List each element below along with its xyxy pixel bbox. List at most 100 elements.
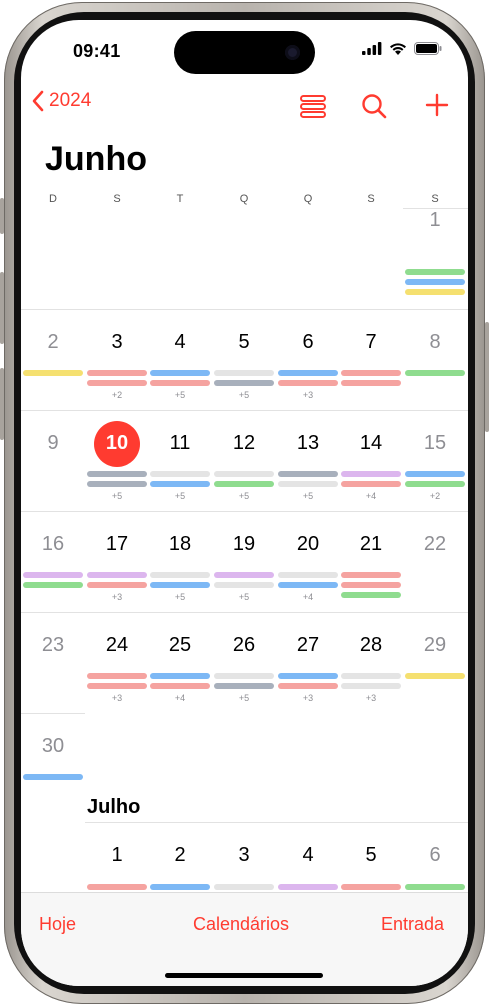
event-bar[interactable]	[150, 884, 210, 890]
event-bar[interactable]	[278, 683, 338, 689]
day-number[interactable]: 11	[148, 432, 212, 455]
event-bar[interactable]	[278, 370, 338, 376]
day-number[interactable]: 3	[212, 844, 276, 867]
day-number[interactable]: 2	[21, 331, 85, 354]
event-bar[interactable]	[214, 884, 274, 890]
event-bar[interactable]	[150, 582, 210, 588]
event-bar[interactable]	[341, 572, 401, 578]
event-bar[interactable]	[87, 683, 147, 689]
day-number[interactable]: 16	[21, 533, 85, 556]
more-events-count[interactable]: +5	[212, 693, 276, 703]
day-number[interactable]: 26	[212, 634, 276, 657]
event-bar[interactable]	[278, 380, 338, 386]
day-number[interactable]: 27	[276, 634, 340, 657]
more-events-count[interactable]: +5	[212, 592, 276, 602]
more-events-count[interactable]: +5	[148, 592, 212, 602]
day-number[interactable]: 8	[403, 331, 467, 354]
event-bar[interactable]	[214, 582, 274, 588]
more-events-count[interactable]: +3	[276, 693, 340, 703]
event-bar[interactable]	[341, 884, 401, 890]
event-bar[interactable]	[150, 572, 210, 578]
event-bar[interactable]	[214, 370, 274, 376]
more-events-count[interactable]: +3	[85, 693, 149, 703]
event-bar[interactable]	[87, 370, 147, 376]
event-bar[interactable]	[214, 572, 274, 578]
day-number[interactable]: 17	[85, 533, 149, 556]
event-bar[interactable]	[214, 471, 274, 477]
event-bar[interactable]	[341, 673, 401, 679]
more-events-count[interactable]: +3	[85, 592, 149, 602]
event-bar[interactable]	[87, 471, 147, 477]
event-bar[interactable]	[150, 683, 210, 689]
day-number[interactable]: 23	[21, 634, 85, 657]
event-bar[interactable]	[341, 582, 401, 588]
day-number[interactable]: 10	[85, 432, 149, 455]
day-number[interactable]: 13	[276, 432, 340, 455]
event-bar[interactable]	[87, 380, 147, 386]
event-bar[interactable]	[341, 592, 401, 598]
event-bar[interactable]	[341, 370, 401, 376]
event-bar[interactable]	[23, 582, 83, 588]
more-events-count[interactable]: +5	[212, 491, 276, 501]
event-bar[interactable]	[87, 673, 147, 679]
day-number[interactable]: 30	[21, 735, 85, 758]
event-bar[interactable]	[405, 370, 465, 376]
event-bar[interactable]	[214, 481, 274, 487]
day-number[interactable]: 22	[403, 533, 467, 556]
event-bar[interactable]	[23, 370, 83, 376]
event-bar[interactable]	[150, 673, 210, 679]
event-bar[interactable]	[405, 289, 465, 295]
event-bar[interactable]	[150, 370, 210, 376]
day-number[interactable]: 12	[212, 432, 276, 455]
event-bar[interactable]	[214, 673, 274, 679]
event-bar[interactable]	[214, 380, 274, 386]
event-bar[interactable]	[150, 380, 210, 386]
calendars-button[interactable]: Calendários	[193, 914, 289, 935]
more-events-count[interactable]: +3	[276, 390, 340, 400]
day-number[interactable]: 5	[339, 844, 403, 867]
event-bar[interactable]	[278, 572, 338, 578]
event-bar[interactable]	[278, 481, 338, 487]
day-number[interactable]: 14	[339, 432, 403, 455]
day-number[interactable]: 19	[212, 533, 276, 556]
event-bar[interactable]	[341, 380, 401, 386]
more-events-count[interactable]: +5	[148, 491, 212, 501]
day-number[interactable]: 24	[85, 634, 149, 657]
more-events-count[interactable]: +4	[148, 693, 212, 703]
event-bar[interactable]	[150, 481, 210, 487]
more-events-count[interactable]: +3	[339, 693, 403, 703]
event-bar[interactable]	[405, 279, 465, 285]
event-bar[interactable]	[23, 774, 83, 780]
event-bar[interactable]	[278, 582, 338, 588]
event-bar[interactable]	[405, 481, 465, 487]
day-number[interactable]: 7	[339, 331, 403, 354]
day-number[interactable]: 9	[21, 432, 85, 455]
day-number[interactable]: 6	[403, 844, 467, 867]
day-number[interactable]: 20	[276, 533, 340, 556]
event-bar[interactable]	[405, 269, 465, 275]
event-bar[interactable]	[341, 481, 401, 487]
more-events-count[interactable]: +2	[85, 390, 149, 400]
more-events-count[interactable]: +4	[276, 592, 340, 602]
day-number[interactable]: 15	[403, 432, 467, 455]
day-number[interactable]: 25	[148, 634, 212, 657]
day-number[interactable]: 1	[403, 209, 467, 232]
event-bar[interactable]	[87, 582, 147, 588]
day-number[interactable]: 28	[339, 634, 403, 657]
day-number[interactable]: 29	[403, 634, 467, 657]
event-bar[interactable]	[23, 572, 83, 578]
day-number[interactable]: 4	[148, 331, 212, 354]
inbox-button[interactable]: Entrada	[381, 914, 444, 935]
event-bar[interactable]	[87, 481, 147, 487]
event-bar[interactable]	[405, 471, 465, 477]
event-bar[interactable]	[87, 884, 147, 890]
event-bar[interactable]	[214, 683, 274, 689]
day-number[interactable]: 2	[148, 844, 212, 867]
day-number[interactable]: 4	[276, 844, 340, 867]
more-events-count[interactable]: +5	[148, 390, 212, 400]
day-number[interactable]: 3	[85, 331, 149, 354]
event-bar[interactable]	[87, 572, 147, 578]
day-number[interactable]: 18	[148, 533, 212, 556]
day-number[interactable]: 6	[276, 331, 340, 354]
day-number[interactable]: 21	[339, 533, 403, 556]
